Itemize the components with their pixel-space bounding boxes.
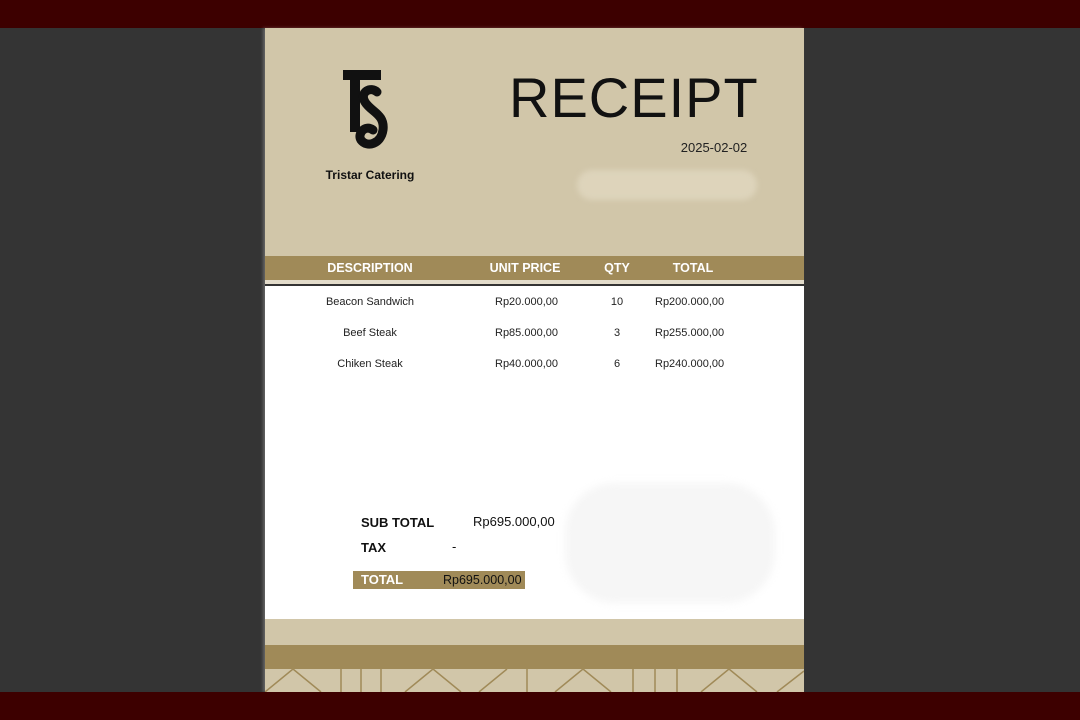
item-qty: 10 — [610, 296, 624, 308]
header-qty: QTY — [604, 261, 630, 275]
header-total: TOTAL — [672, 261, 714, 275]
item-unit-price: Rp40.000,00 — [495, 358, 558, 370]
total-box: TOTAL Rp695.000,00 — [353, 571, 525, 589]
footer-pattern — [265, 669, 804, 692]
receipt-title: RECEIPT — [509, 66, 759, 129]
top-letterbox-band — [0, 0, 1080, 28]
table-row: Beacon Sandwich Rp20.000,00 10 Rp200.000… — [265, 296, 804, 316]
header-description: DESCRIPTION — [327, 261, 413, 275]
item-total: Rp200.000,00 — [655, 296, 725, 308]
item-total: Rp240.000,00 — [655, 358, 725, 370]
subtotal-value: Rp695.000,00 — [473, 514, 555, 529]
brand-logo — [343, 70, 388, 149]
tax-value: - — [452, 539, 457, 554]
total-value: Rp695.000,00 — [443, 573, 522, 587]
item-qty: 3 — [613, 327, 621, 339]
faded-stamp — [565, 483, 775, 603]
table-row: Beef Steak Rp85.000,00 3 Rp255.000,00 — [265, 327, 804, 347]
item-description: Chiken Steak — [337, 358, 403, 370]
header-unit-price: UNIT PRICE — [489, 261, 561, 275]
item-unit-price: Rp85.000,00 — [495, 327, 558, 339]
bottom-letterbox-band — [0, 692, 1080, 720]
tax-label: TAX — [361, 540, 387, 555]
item-description: Beef Steak — [343, 327, 397, 339]
item-description: Beacon Sandwich — [325, 296, 415, 308]
item-unit-price: Rp20.000,00 — [495, 296, 558, 308]
subtotal-label: SUB TOTAL — [361, 515, 435, 530]
geometric-pattern — [265, 669, 804, 692]
table-row: Chiken Steak Rp40.000,00 6 Rp240.000,00 — [265, 358, 804, 378]
footer-band — [265, 619, 804, 645]
receipt-date: 2025-02-02 — [680, 140, 748, 155]
table-header: DESCRIPTION UNIT PRICE QTY TOTAL — [265, 256, 804, 284]
total-label: TOTAL — [361, 572, 404, 587]
footer-gold-band — [265, 645, 804, 669]
receipt-page: Tristar Catering RECEIPT 2025-02-02 DESC… — [265, 28, 804, 692]
brand-name: Tristar Catering — [325, 168, 415, 182]
item-qty: 6 — [613, 358, 621, 370]
faded-smudge — [577, 170, 757, 200]
item-total: Rp255.000,00 — [655, 327, 725, 339]
